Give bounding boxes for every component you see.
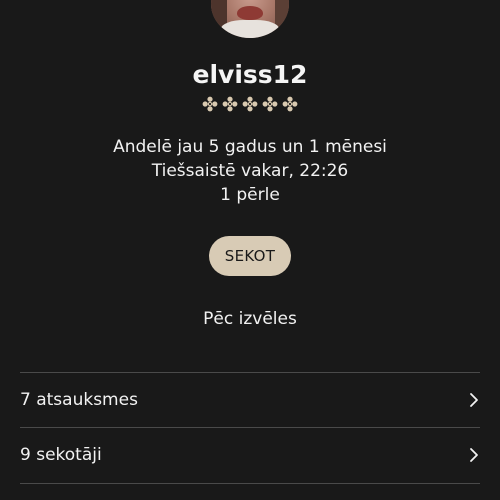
avatar-detail xyxy=(237,6,263,20)
profile-description: Pēc izvēles xyxy=(203,309,297,329)
pearl-count: 1 pērle xyxy=(220,185,280,205)
list-item-followers[interactable]: 9 sekotāji xyxy=(20,428,480,482)
member-since: Andelē jau 5 gadus un 1 mēnesi xyxy=(113,137,387,157)
chevron-right-icon xyxy=(470,448,478,462)
profile-screen: elviss12 Andelē jau 5 gadus un 1 mēnesi … xyxy=(0,0,500,500)
diamond-flower-icon xyxy=(202,96,218,112)
diamond-flower-icon xyxy=(242,96,258,112)
avatar[interactable] xyxy=(211,0,289,38)
list-item-label: 9 sekotāji xyxy=(20,445,102,465)
list-item-reviews[interactable]: 7 atsauksmes xyxy=(20,373,480,427)
diamond-flower-icon xyxy=(262,96,278,112)
rating-stars xyxy=(0,96,500,112)
follow-button[interactable]: SEKOT xyxy=(209,236,291,276)
avatar-collar xyxy=(221,20,279,38)
username: elviss12 xyxy=(192,60,308,89)
chevron-right-icon xyxy=(470,393,478,407)
last-online: Tiešsaistē vakar, 22:26 xyxy=(151,161,349,181)
diamond-flower-icon xyxy=(282,96,298,112)
list-item-label: 7 atsauksmes xyxy=(20,390,138,410)
diamond-flower-icon xyxy=(222,96,238,112)
divider xyxy=(20,483,480,484)
